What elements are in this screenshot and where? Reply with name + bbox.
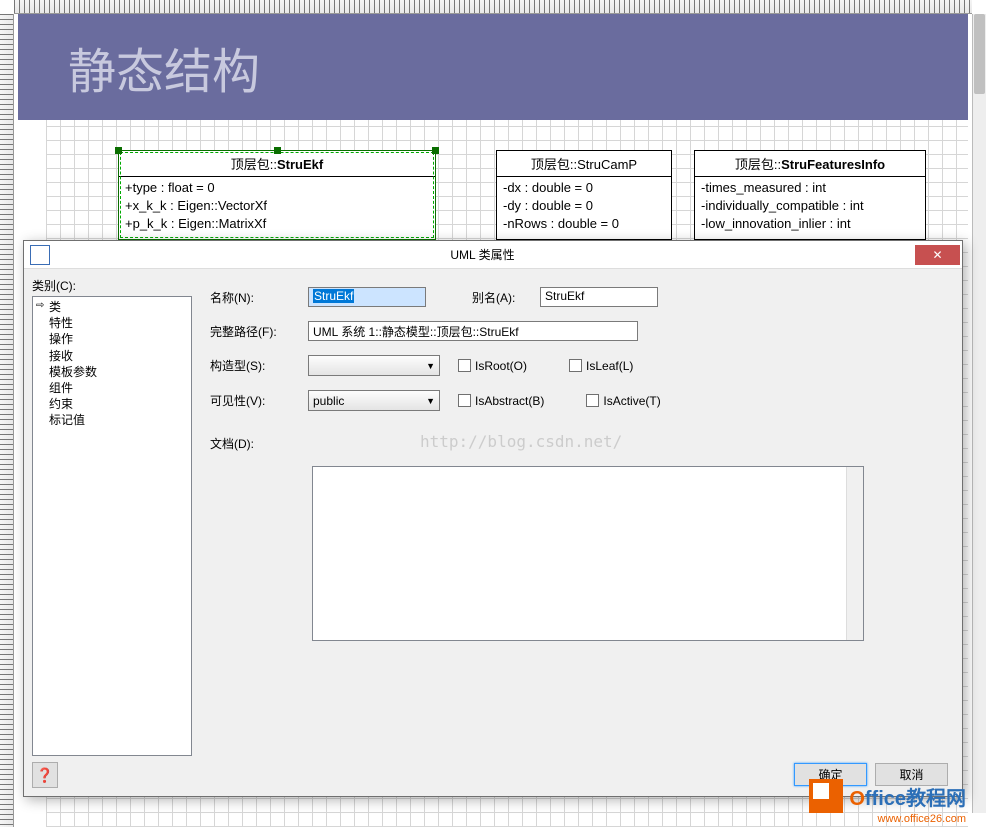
uml-class-title: 顶层包::StruFeaturesInfo — [695, 151, 925, 177]
category-item[interactable]: 操作 — [35, 331, 189, 347]
uml-class-title: 顶层包::StruCamP — [497, 151, 671, 177]
alias-input[interactable]: StruEkf — [540, 287, 658, 307]
canvas-header-band: 静态结构 — [18, 14, 968, 120]
office-icon — [809, 779, 843, 813]
isabstract-checkbox[interactable]: IsAbstract(B) — [458, 394, 544, 408]
scrollbar-vertical[interactable] — [972, 14, 986, 813]
chevron-down-icon: ▼ — [426, 396, 435, 406]
category-list[interactable]: 类 特性 操作 接收 模板参数 组件 约束 标记值 — [32, 296, 192, 756]
uml-class-attrs: +type : float = 0+x_k_k : Eigen::VectorX… — [119, 177, 435, 236]
textarea-scrollbar[interactable] — [846, 467, 863, 640]
name-input[interactable]: StruEkf — [308, 287, 426, 307]
branding-logo: Office教程网 — [809, 779, 966, 813]
dialog-icon — [30, 245, 50, 265]
category-item[interactable]: 标记值 — [35, 412, 189, 428]
category-item[interactable]: 约束 — [35, 396, 189, 412]
category-item[interactable]: 组件 — [35, 380, 189, 396]
document-textarea[interactable] — [312, 466, 864, 641]
resize-handle[interactable] — [274, 147, 281, 154]
scrollbar-thumb[interactable] — [974, 14, 985, 94]
ruler-horizontal — [14, 0, 972, 14]
isleaf-checkbox[interactable]: IsLeaf(L) — [569, 359, 633, 373]
stereotype-label: 构造型(S): — [210, 357, 300, 374]
isactive-checkbox[interactable]: IsActive(T) — [586, 394, 660, 408]
diagram-title: 静态结构 — [68, 32, 260, 102]
category-item[interactable]: 特性 — [35, 315, 189, 331]
category-item[interactable]: 接收 — [35, 348, 189, 364]
help-button[interactable]: ❓ — [32, 762, 58, 788]
help-icon: ❓ — [36, 767, 53, 784]
close-button[interactable]: ✕ — [915, 245, 960, 265]
fullpath-label: 完整路径(F): — [210, 323, 300, 340]
resize-handle[interactable] — [115, 147, 122, 154]
uml-class-attrs: -times_measured : int-individually_compa… — [695, 177, 925, 236]
dialog-title: UML 类属性 — [50, 246, 915, 263]
uml-class-strucamp[interactable]: 顶层包::StruCamP -dx : double = 0-dy : doub… — [496, 150, 672, 240]
name-label: 名称(N): — [210, 289, 300, 306]
ruler-vertical — [0, 14, 14, 827]
isroot-checkbox[interactable]: IsRoot(O) — [458, 359, 527, 373]
dialog-titlebar[interactable]: UML 类属性 ✕ — [24, 241, 962, 269]
uml-class-strufeaturesinfo[interactable]: 顶层包::StruFeaturesInfo -times_measured : … — [694, 150, 926, 240]
category-label: 类别(C): — [32, 277, 192, 294]
uml-class-title: 顶层包::StruEkf — [119, 151, 435, 177]
uml-properties-dialog: UML 类属性 ✕ 类别(C): 类 特性 操作 接收 模板参数 组件 约束 标… — [23, 240, 963, 797]
uml-class-attrs: -dx : double = 0-dy : double = 0-nRows :… — [497, 177, 671, 236]
chevron-down-icon: ▼ — [426, 361, 435, 371]
resize-handle[interactable] — [432, 147, 439, 154]
document-label: 文档(D): — [210, 435, 300, 452]
alias-label: 别名(A): — [472, 289, 532, 306]
uml-class-struekf[interactable]: 顶层包::StruEkf +type : float = 0+x_k_k : E… — [118, 150, 436, 240]
visibility-select[interactable]: public▼ — [308, 390, 440, 411]
fullpath-input[interactable]: UML 系统 1::静态模型::顶层包::StruEkf — [308, 321, 638, 341]
branding-url: www.office26.com — [878, 813, 966, 825]
stereotype-select[interactable]: ▼ — [308, 355, 440, 376]
visibility-label: 可见性(V): — [210, 392, 300, 409]
category-item[interactable]: 类 — [35, 299, 189, 315]
category-item[interactable]: 模板参数 — [35, 364, 189, 380]
